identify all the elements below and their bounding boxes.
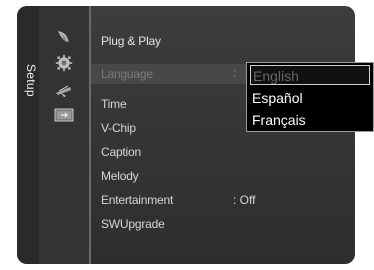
tv-input-icon[interactable] (53, 106, 75, 124)
category-icon-column (39, 6, 89, 264)
language-dropdown[interactable]: English Español Français (246, 62, 374, 132)
menu-item-entertainment[interactable]: Entertainment (101, 193, 173, 213)
language-option-espanol[interactable]: Español (250, 88, 370, 108)
language-value-separator: : (233, 66, 237, 80)
language-option-francais[interactable]: Français (250, 110, 370, 130)
column-divider (89, 6, 91, 264)
menu-item-label: Language (101, 67, 153, 81)
entertainment-value: : Off (233, 193, 256, 207)
setup-menu-panel: Setup Plug & Play Language: Time V-Chip… (17, 6, 355, 264)
gear-icon[interactable] (53, 54, 75, 72)
menu-item-melody[interactable]: Melody (101, 169, 139, 189)
language-option-english[interactable]: English (250, 65, 370, 85)
menu-item-plug-and-play[interactable]: Plug & Play (101, 34, 161, 54)
menu-item-caption[interactable]: Caption (101, 145, 141, 165)
antenna-icon[interactable] (53, 82, 75, 100)
menu-item-v-chip[interactable]: V-Chip (101, 121, 136, 141)
menu-title: Setup (24, 63, 38, 97)
menu-item-time[interactable]: Time (101, 97, 127, 117)
menu-title-strip: Setup (17, 6, 39, 264)
menu-item-sw-upgrade[interactable]: SWUpgrade (101, 217, 165, 237)
satellite-dish-icon[interactable] (53, 28, 75, 46)
